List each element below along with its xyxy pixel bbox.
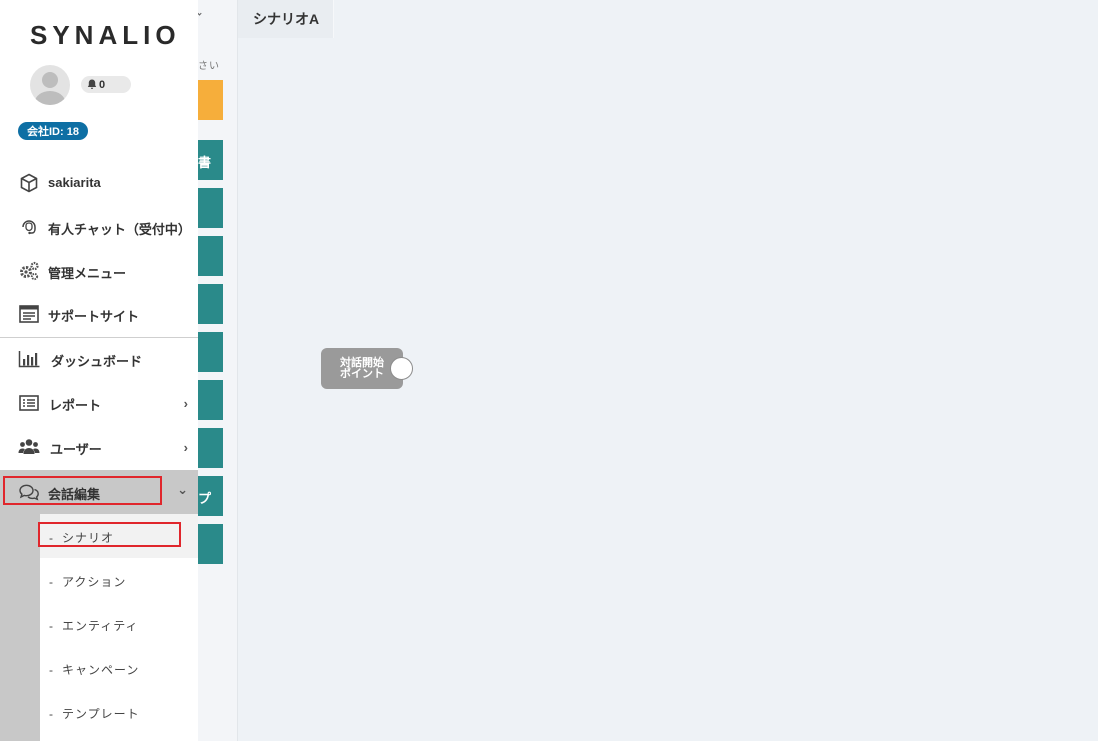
panel-teal-label: 書 — [198, 155, 212, 170]
sidebar-item-admin-menu[interactable]: 管理メニュー — [0, 249, 198, 293]
sidebar-item-users[interactable]: ユーザー › — [0, 425, 198, 469]
sidebar-item-live-chat[interactable]: 有人チャット（受付中） — [0, 205, 198, 249]
sidebar-item-support-site[interactable]: サポートサイト — [0, 292, 198, 336]
notification-count: 0 — [99, 78, 106, 91]
headset-icon — [18, 217, 40, 237]
sidebar-item-label: レポート — [49, 398, 102, 413]
submenu-item-template[interactable]: - テンプレート — [40, 690, 198, 734]
submenu-dash: - — [49, 707, 54, 721]
start-node-connector-port[interactable] — [390, 357, 413, 380]
panel-teal-button[interactable] — [198, 380, 223, 420]
list-icon — [18, 393, 40, 413]
sidebar: SYNALIO 0 会社ID: 18 sakiarita 有人チャット（受付中）… — [0, 0, 198, 741]
panel-teal-button[interactable] — [198, 284, 223, 324]
chevron-right-icon: › — [183, 396, 188, 411]
highlight-scenario — [38, 522, 181, 547]
sidebar-item-label: 有人チャット（受付中） — [48, 222, 191, 237]
company-id-badge: 会社ID: 18 — [18, 122, 88, 140]
sidebar-item-label: sakiarita — [48, 175, 101, 190]
submenu-item-label: キャンペーン — [62, 663, 140, 677]
sidebar-item-dashboard[interactable]: ダッシュボード — [0, 337, 198, 381]
scenario-list-panel: さい 書 プ — [198, 0, 238, 741]
submenu-dash: - — [49, 663, 54, 677]
synalio-logo[interactable]: SYNALIO — [30, 20, 181, 51]
submenu-item-action[interactable]: - アクション — [40, 558, 198, 602]
users-icon — [18, 437, 40, 457]
panel-teal-button[interactable] — [198, 236, 223, 276]
scenario-canvas[interactable]: シナリオA 対話開始 ポイント — [238, 0, 1098, 741]
highlight-conversation-edit — [3, 476, 162, 505]
submenu-item-entity[interactable]: - エンティティ — [40, 602, 198, 646]
box-icon — [18, 173, 40, 193]
sidebar-item-report[interactable]: レポート › — [0, 381, 198, 425]
panel-teal-label: プ — [198, 491, 212, 506]
submenu-item-label: エンティティ — [62, 619, 139, 633]
bar-chart-icon — [18, 349, 40, 369]
sidebar-item-label: ユーザー — [50, 442, 102, 457]
chevron-down-icon: ⌄ — [177, 482, 188, 497]
avatar[interactable] — [30, 65, 70, 105]
submenu-item-campaign[interactable]: - キャンペーン — [40, 646, 198, 690]
panel-teal-button[interactable] — [198, 188, 223, 228]
sidebar-item-account[interactable]: sakiarita — [0, 161, 198, 205]
gears-icon — [18, 261, 40, 281]
panel-orange-button[interactable] — [198, 80, 223, 120]
panel-chevron-icon[interactable] — [198, 11, 202, 16]
browser-window-icon — [18, 304, 40, 324]
chevron-right-icon: › — [183, 440, 188, 455]
bell-icon — [87, 79, 97, 89]
panel-teal-button[interactable]: 書 — [198, 140, 223, 180]
sidebar-item-label: 管理メニュー — [48, 266, 127, 281]
panel-teal-button[interactable] — [198, 428, 223, 468]
panel-hint-text: さい — [198, 61, 220, 72]
submenu-item-label: テンプレート — [62, 707, 140, 721]
panel-teal-button[interactable]: プ — [198, 476, 223, 516]
panel-teal-button[interactable] — [198, 524, 223, 564]
panel-teal-button[interactable] — [198, 332, 223, 372]
sidebar-item-label: ダッシュボード — [51, 354, 143, 369]
conversation-edit-submenu: - シナリオ - アクション - エンティティ - キャンペーン - テンプレート — [40, 514, 198, 741]
notification-badge[interactable]: 0 — [81, 76, 131, 93]
submenu-item-label: アクション — [62, 575, 127, 589]
submenu-dash: - — [49, 575, 54, 589]
submenu-dash: - — [49, 619, 54, 633]
sidebar-item-label: サポートサイト — [48, 309, 140, 324]
submenu-container: - シナリオ - アクション - エンティティ - キャンペーン - テンプレート — [0, 514, 198, 741]
tab-scenario[interactable]: シナリオA — [238, 0, 334, 38]
